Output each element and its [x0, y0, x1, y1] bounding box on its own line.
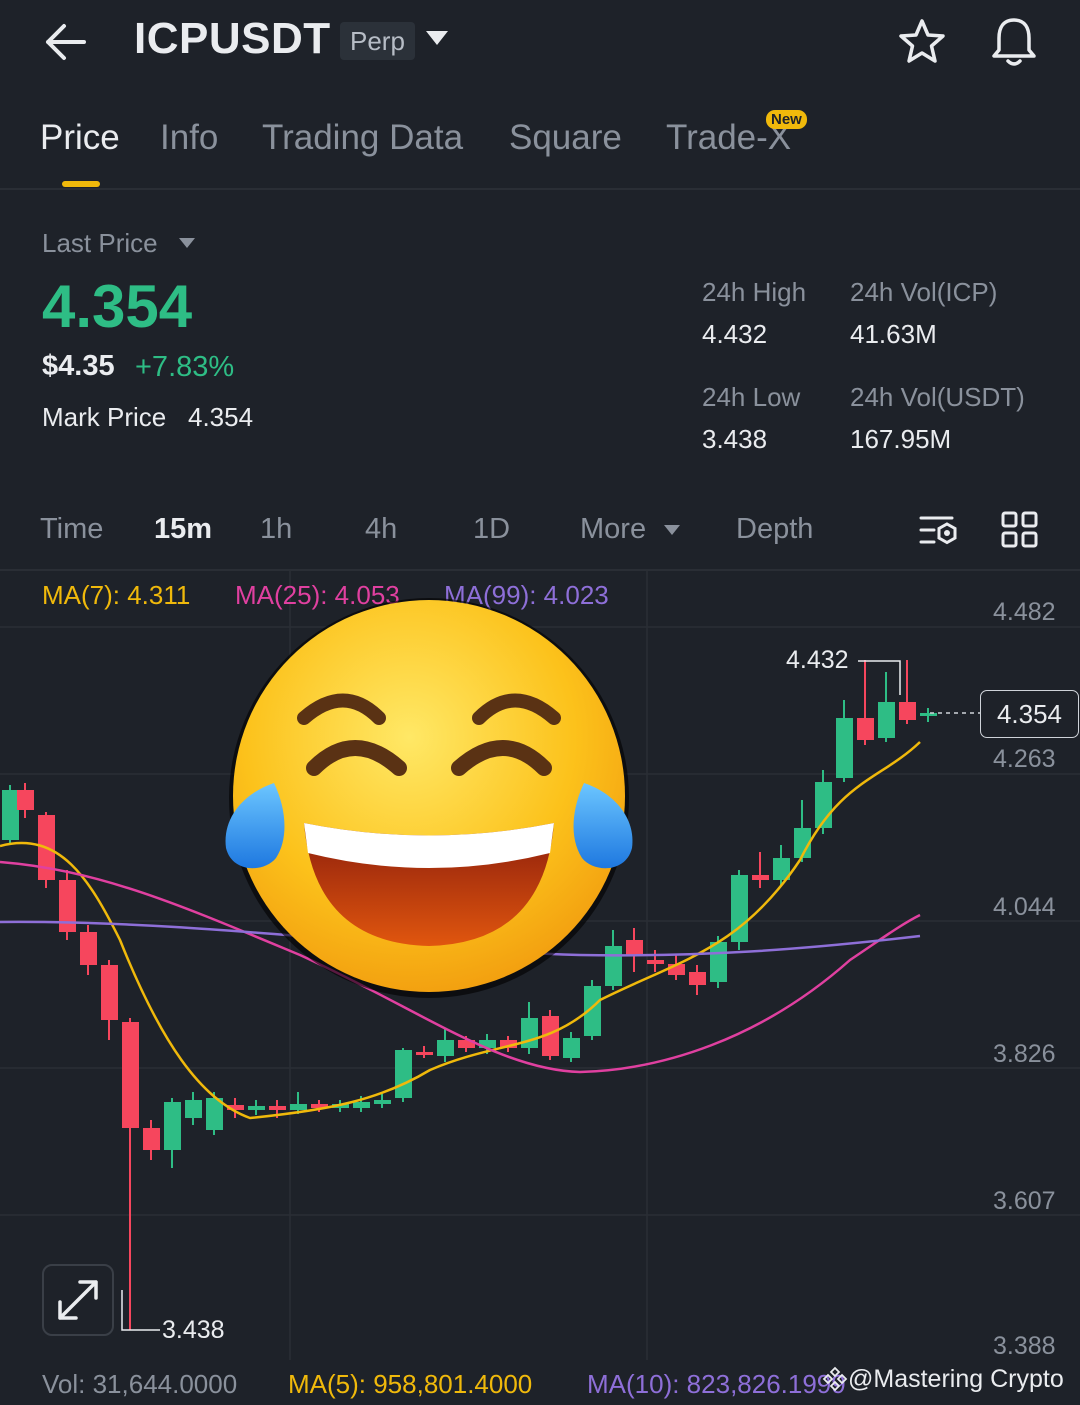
change-percent: +7.83%	[135, 351, 235, 383]
candle-body	[563, 1038, 580, 1058]
chart-settings-icon	[919, 516, 957, 545]
candle-body	[416, 1052, 433, 1055]
candle-body	[353, 1102, 370, 1108]
candle-body	[59, 880, 76, 932]
axis-label: 4.263	[993, 745, 1056, 773]
candle-body	[185, 1100, 202, 1118]
candle-body	[878, 702, 895, 738]
exchange-logo-icon	[822, 1366, 848, 1392]
grid-layout-icon	[1001, 511, 1038, 548]
candle-body	[122, 1022, 139, 1128]
high-marker-label: 4.432	[786, 646, 849, 674]
candle-body	[899, 702, 916, 720]
caret-down-icon[interactable]	[663, 523, 681, 535]
mark-price-label: Mark Price	[42, 402, 167, 432]
candle-body	[290, 1104, 307, 1110]
axis-label: 3.388	[993, 1332, 1056, 1360]
stat-24h-vol-icp-label: 24h Vol(ICP)	[850, 277, 998, 307]
last-price: 4.354	[42, 273, 193, 340]
candle-body	[395, 1050, 412, 1098]
interval-time[interactable]: Time	[40, 513, 103, 546]
symbol-title[interactable]: ICPUSDT	[134, 14, 331, 64]
stat-24h-low-value: 3.438	[702, 424, 768, 454]
alert-button[interactable]	[988, 14, 1040, 70]
layout-grid-button[interactable]	[1000, 510, 1040, 550]
favorite-button[interactable]	[896, 16, 948, 68]
low-marker-label: 3.438	[162, 1316, 225, 1344]
tab-square[interactable]: Square	[509, 118, 622, 158]
star-icon	[899, 19, 945, 63]
current-price-tag: 4.354	[980, 690, 1079, 738]
candle-body	[374, 1100, 391, 1104]
candle-body	[437, 1040, 454, 1056]
candle-body	[752, 875, 769, 880]
caret-down-icon[interactable]	[178, 236, 196, 248]
expand-chart-button[interactable]	[42, 1264, 114, 1336]
candle-body	[248, 1106, 265, 1110]
interval-15m[interactable]: 15m	[154, 513, 212, 546]
back-button[interactable]	[40, 18, 92, 66]
stat-24h-vol-usdt-label: 24h Vol(USDT)	[850, 382, 1025, 412]
volume-ma10-label: MA(10): 823,826.1999	[587, 1369, 846, 1399]
tab-price[interactable]: Price	[40, 118, 120, 158]
stat-24h-vol-usdt-value: 167.95M	[850, 424, 952, 454]
perp-badge: Perp	[340, 22, 415, 60]
interval-depth[interactable]: Depth	[736, 513, 813, 546]
candle-body	[101, 965, 118, 1020]
candle-body	[164, 1102, 181, 1150]
candle-body	[647, 960, 664, 964]
volume-label: Vol: 31,644.0000	[42, 1369, 238, 1399]
ma7-label: MA(7): 4.311	[42, 580, 191, 610]
active-tab-indicator	[62, 181, 100, 187]
candle-body	[920, 713, 937, 716]
new-badge: New	[766, 110, 807, 129]
stat-24h-low-label: 24h Low	[702, 382, 801, 412]
tab-trading-data[interactable]: Trading Data	[262, 118, 463, 158]
caret-down-icon[interactable]	[424, 28, 450, 48]
volume-ma5-label: MA(5): 958,801.4000	[288, 1369, 533, 1399]
candle-body	[521, 1018, 538, 1048]
candle-body	[143, 1128, 160, 1150]
candle-body	[836, 718, 853, 778]
axis-label: 4.482	[993, 598, 1056, 626]
axis-label: 3.826	[993, 1040, 1056, 1068]
interval-1d[interactable]: 1D	[473, 513, 510, 546]
back-arrow-icon	[46, 24, 86, 60]
candle-body	[80, 932, 97, 965]
candle-body	[269, 1106, 286, 1110]
watermark: @Mastering Crypto	[822, 1365, 1064, 1394]
chart-settings-button[interactable]	[918, 510, 960, 550]
candle-body	[710, 942, 727, 982]
candle-body	[2, 790, 19, 840]
last-price-label[interactable]: Last Price	[42, 228, 158, 259]
expand-icon	[58, 1280, 98, 1320]
laughing-emoji	[225, 598, 633, 998]
stat-24h-vol-icp-value: 41.63M	[850, 319, 937, 349]
watermark-text: @Mastering Crypto	[848, 1365, 1064, 1393]
low-marker-line	[121, 1290, 160, 1331]
usd-price: $4.35	[42, 350, 115, 382]
mark-price-value: 4.354	[188, 402, 254, 432]
candle-body	[17, 790, 34, 810]
tabs-divider	[0, 188, 1080, 190]
stat-24h-high-value: 4.432	[702, 319, 768, 349]
bell-icon	[992, 18, 1036, 66]
candle-body	[689, 972, 706, 985]
interval-4h[interactable]: 4h	[365, 513, 397, 546]
stat-24h-high-label: 24h High	[702, 277, 807, 307]
tab-info[interactable]: Info	[160, 118, 218, 158]
interval-1h[interactable]: 1h	[260, 513, 292, 546]
axis-label: 3.607	[993, 1187, 1056, 1215]
axis-label: 4.044	[993, 893, 1056, 921]
interval-more[interactable]: More	[580, 513, 646, 546]
candle-body	[857, 718, 874, 740]
